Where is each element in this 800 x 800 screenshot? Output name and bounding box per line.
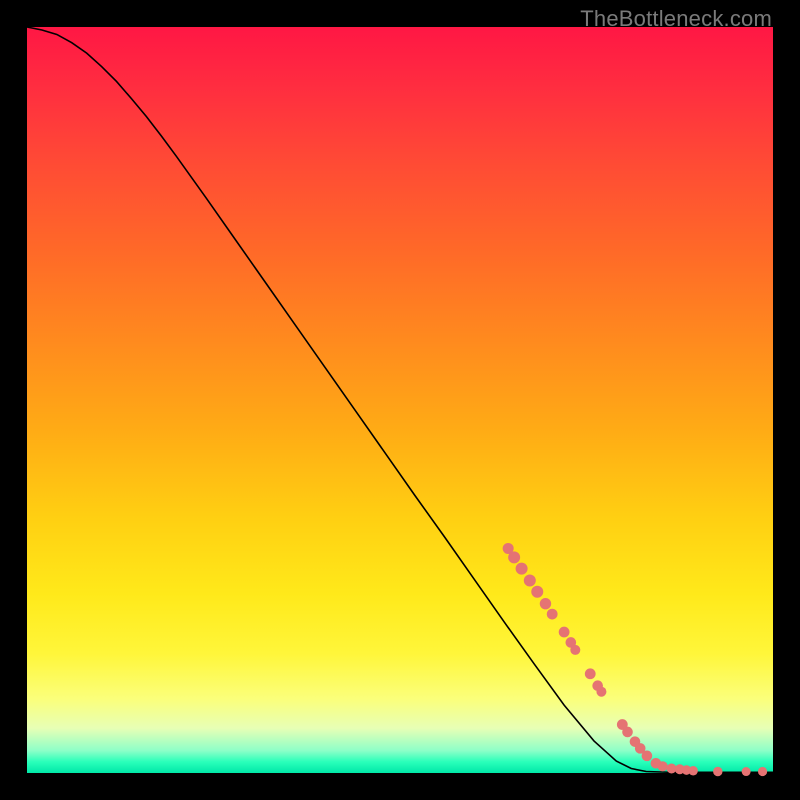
plot-area [27,27,773,773]
data-marker [508,551,520,563]
data-marker [657,761,667,771]
data-marker [642,751,653,762]
data-marker [596,687,606,697]
data-marker [531,586,543,598]
data-marker [547,609,558,620]
marker-group [503,543,767,776]
data-marker [688,766,697,775]
data-marker [559,627,570,638]
data-marker [758,767,767,776]
data-marker [742,767,751,776]
data-marker [570,645,580,655]
chart-frame: TheBottleneck.com [0,0,800,800]
watermark-text: TheBottleneck.com [580,6,772,32]
data-marker [524,575,536,587]
data-marker [622,727,633,738]
data-marker [713,767,722,776]
bottleneck-curve [27,27,773,772]
data-marker [585,668,596,679]
chart-svg [27,27,773,773]
data-marker [516,563,528,575]
data-marker [540,598,551,609]
